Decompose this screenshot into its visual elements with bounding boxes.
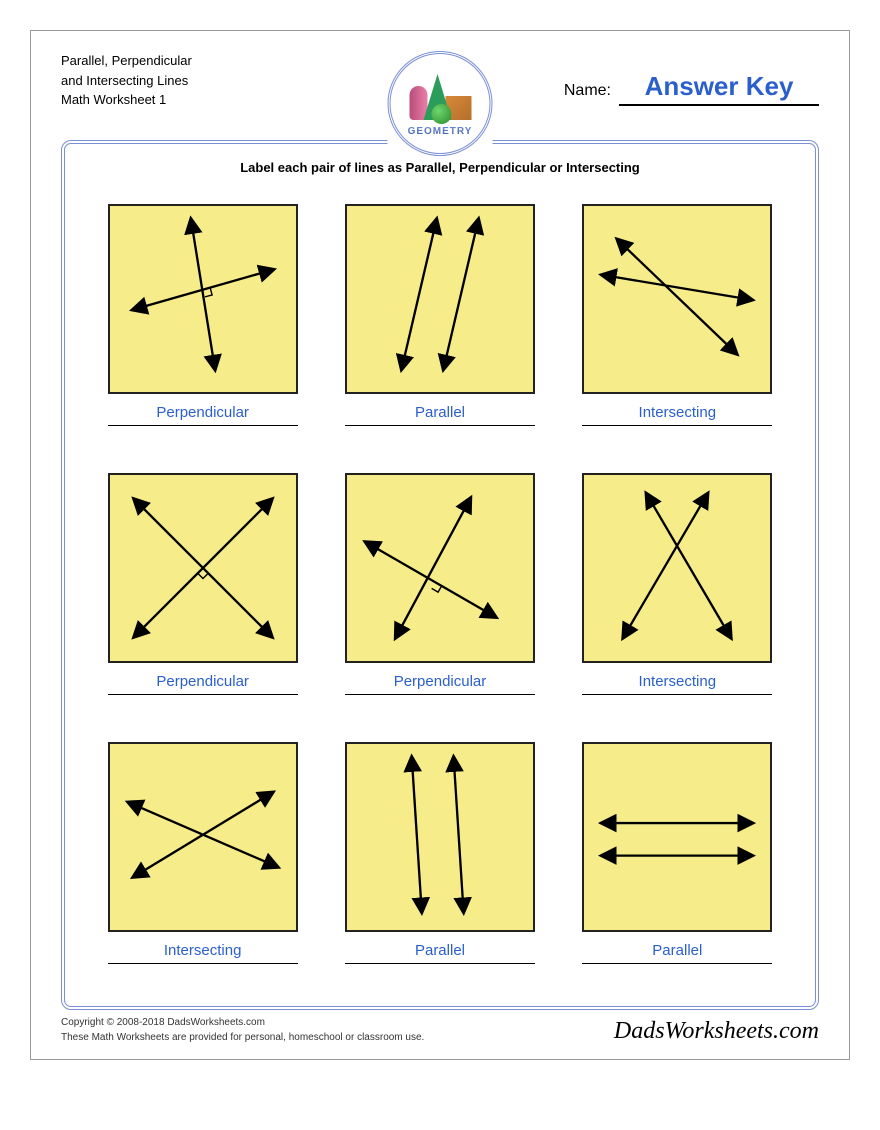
logo-circle: GEOMETRY — [388, 51, 493, 156]
problem-grid: Perpendicular Parallel Intersecting Perpend… — [79, 194, 801, 992]
problem-cell: Intersecting — [574, 204, 781, 443]
answer-line: Parallel — [582, 942, 772, 964]
title-line-1: Parallel, Perpendicular — [61, 51, 192, 71]
problem-cell: Perpendicular — [336, 473, 543, 712]
footer-left: Copyright © 2008-2018 DadsWorksheets.com… — [61, 1015, 424, 1045]
sphere-icon — [431, 104, 451, 124]
logo-text: GEOMETRY — [408, 126, 473, 137]
line-diagram-icon — [108, 204, 298, 394]
answer-line: Perpendicular — [345, 673, 535, 695]
answer-text: Intersecting — [639, 673, 717, 690]
line-diagram-icon — [582, 204, 772, 394]
footer-brand: DadsWorksheets.com — [614, 1018, 819, 1045]
problem-cell: Parallel — [574, 742, 781, 981]
answer-text: Perpendicular — [156, 404, 249, 421]
answer-line: Parallel — [345, 942, 535, 964]
title-line-3: Math Worksheet 1 — [61, 90, 192, 110]
content-frame: Label each pair of lines as Parallel, Pe… — [61, 140, 819, 1010]
line-diagram-icon — [108, 473, 298, 663]
answer-text: Parallel — [415, 404, 465, 421]
copyright: Copyright © 2008-2018 DadsWorksheets.com — [61, 1015, 424, 1030]
worksheet-page: Parallel, Perpendicular and Intersecting… — [30, 30, 850, 1060]
name-field: Name: Answer Key — [564, 71, 819, 106]
name-value: Answer Key — [619, 71, 819, 106]
answer-text: Intersecting — [639, 404, 717, 421]
logo-shapes-icon — [409, 70, 471, 120]
answer-line: Perpendicular — [108, 673, 298, 695]
problem-cell: Intersecting — [574, 473, 781, 712]
answer-text: Perpendicular — [394, 673, 487, 690]
answer-line: Perpendicular — [108, 404, 298, 426]
answer-line: Intersecting — [582, 404, 772, 426]
problem-cell: Parallel — [336, 742, 543, 981]
usage-note: These Math Worksheets are provided for p… — [61, 1030, 424, 1045]
problem-cell: Parallel — [336, 204, 543, 443]
answer-text: Parallel — [415, 942, 465, 959]
title-line-2: and Intersecting Lines — [61, 71, 192, 91]
problem-cell: Perpendicular — [99, 473, 306, 712]
name-label: Name: — [564, 82, 611, 100]
footer: Copyright © 2008-2018 DadsWorksheets.com… — [61, 1015, 819, 1045]
problem-cell: Perpendicular — [99, 204, 306, 443]
answer-text: Parallel — [652, 942, 702, 959]
line-diagram-icon — [345, 473, 535, 663]
line-diagram-icon — [108, 742, 298, 932]
answer-line: Intersecting — [108, 942, 298, 964]
geometry-logo: GEOMETRY — [388, 51, 493, 156]
line-diagram-icon — [345, 742, 535, 932]
problem-cell: Intersecting — [99, 742, 306, 981]
line-diagram-icon — [345, 204, 535, 394]
line-diagram-icon — [582, 742, 772, 932]
answer-line: Intersecting — [582, 673, 772, 695]
instructions: Label each pair of lines as Parallel, Pe… — [65, 160, 815, 175]
worksheet-title: Parallel, Perpendicular and Intersecting… — [61, 51, 192, 110]
answer-line: Parallel — [345, 404, 535, 426]
answer-text: Intersecting — [164, 942, 242, 959]
line-diagram-icon — [582, 473, 772, 663]
answer-text: Perpendicular — [156, 673, 249, 690]
